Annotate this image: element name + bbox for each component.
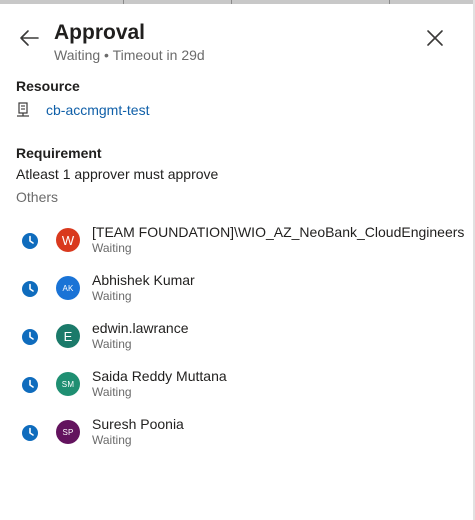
approver-row: SM Saida Reddy Muttana Waiting bbox=[20, 368, 475, 406]
page-title: Approval bbox=[54, 21, 146, 44]
avatar: AK bbox=[56, 276, 80, 300]
approver-name: Suresh Poonia bbox=[92, 416, 184, 432]
approver-status: Waiting bbox=[92, 241, 132, 255]
close-button[interactable] bbox=[423, 26, 447, 50]
approver-status: Waiting bbox=[92, 289, 132, 303]
avatar: SM bbox=[56, 372, 80, 396]
avatar: SP bbox=[56, 420, 80, 444]
approver-row: W [TEAM FOUNDATION]\WIO_AZ_NeoBank_CloudE… bbox=[20, 224, 475, 262]
clock-icon bbox=[22, 281, 38, 297]
approver-group-label: Others bbox=[16, 189, 59, 205]
top-border bbox=[0, 0, 475, 4]
approver-status: Waiting bbox=[92, 433, 132, 447]
page-subtitle: Waiting • Timeout in 29d bbox=[54, 47, 205, 63]
close-icon bbox=[427, 30, 443, 46]
avatar: W bbox=[56, 228, 80, 252]
resource-row: cb-accmgmt-test bbox=[16, 100, 149, 120]
server-icon bbox=[16, 101, 38, 119]
clock-icon bbox=[22, 377, 38, 393]
clock-icon bbox=[22, 233, 38, 249]
requirement-text: Atleast 1 approver must approve bbox=[16, 166, 219, 182]
approver-row: SP Suresh Poonia Waiting bbox=[20, 416, 475, 454]
resource-link[interactable]: cb-accmgmt-test bbox=[46, 102, 149, 118]
arrow-left-icon bbox=[20, 30, 39, 46]
approver-row: Eedwin.lawrance Waiting bbox=[20, 320, 475, 358]
clock-icon bbox=[22, 425, 38, 441]
clock-icon bbox=[22, 329, 38, 345]
approver-status: Waiting bbox=[92, 385, 132, 399]
approver-name: Saida Reddy Muttana bbox=[92, 368, 227, 384]
requirement-heading: Requirement bbox=[16, 145, 102, 161]
avatar: E bbox=[56, 324, 80, 348]
approval-panel: Approval Waiting • Timeout in 29d Resour… bbox=[0, 0, 475, 520]
title-block: Approval Waiting • Timeout in 29d bbox=[54, 20, 205, 64]
resource-heading: Resource bbox=[16, 78, 80, 94]
panel-header: Approval Waiting • Timeout in 29d bbox=[16, 18, 455, 68]
approver-name: Abhishek Kumar bbox=[92, 272, 195, 288]
approver-name: edwin.lawrance bbox=[92, 320, 189, 336]
approver-name: [TEAM FOUNDATION]\WIO_AZ_NeoBank_CloudEn… bbox=[92, 224, 465, 240]
approver-status: Waiting bbox=[92, 337, 132, 351]
approver-row: AK Abhishek Kumar Waiting bbox=[20, 272, 475, 310]
back-button[interactable] bbox=[16, 26, 42, 50]
